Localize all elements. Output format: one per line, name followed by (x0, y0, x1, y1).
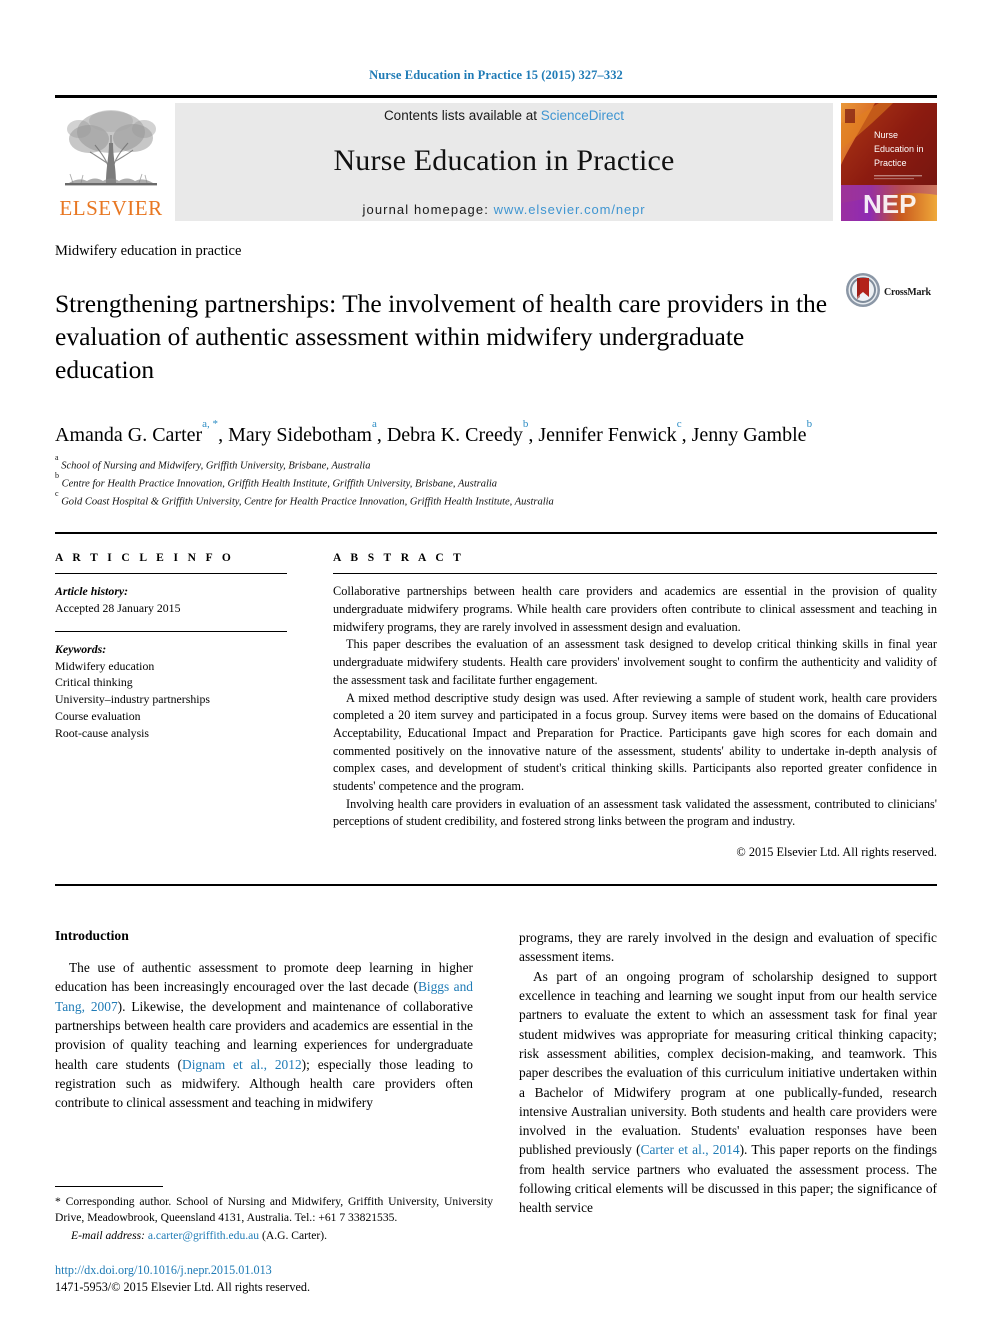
svg-text:NEP: NEP (863, 189, 916, 219)
keyword-item: Course evaluation (55, 708, 141, 723)
email-link[interactable]: a.carter@griffith.edu.au (148, 1229, 259, 1242)
email-suffix: (A.G. Carter). (262, 1228, 328, 1242)
contents-line-prefix: Contents lists available at (383, 107, 541, 123)
author-sup: c (676, 417, 682, 430)
page-title: Strengthening partnerships: The involvem… (55, 289, 828, 385)
affiliation-sup: a (55, 452, 59, 462)
abstract-rule (333, 573, 937, 575)
body-paragraph: The use of authentic assessment to promo… (55, 958, 473, 1112)
crossmark-badge[interactable]: CrossMark (845, 272, 937, 313)
footnote-rule (55, 1185, 163, 1187)
issn-copyright: 1471-5953/© 2015 Elsevier Ltd. All right… (55, 1279, 310, 1294)
journal-homepage-line: journal homepage: www.elsevier.com/nepr (363, 202, 646, 217)
elsevier-wordmark: ELSEVIER (59, 196, 163, 220)
journal-cover-thumbnail[interactable]: Nurse Education in Practice NEP (841, 103, 937, 221)
affiliation-list: a School of Nursing and Midwifery, Griff… (55, 452, 937, 511)
affiliation-text: Centre for Health Practice Innovation, G… (61, 478, 498, 490)
author-sup: b (806, 417, 813, 430)
homepage-url-link[interactable]: www.elsevier.com/nepr (494, 202, 646, 217)
title-row: Strengthening partnerships: The involvem… (55, 270, 937, 404)
affiliation-item: c Gold Coast Hospital & Griffith Univers… (55, 489, 937, 510)
citation-link[interactable]: Dignam et al., 2012 (182, 1057, 302, 1072)
article-section-label: Midwifery education in practice (55, 243, 242, 259)
author-name: Debra K. Creedy (386, 423, 523, 446)
corresponding-author-note: * Corresponding author. School of Nursin… (55, 1194, 493, 1225)
journal-title: Nurse Education in Practice (333, 143, 675, 177)
body-column-right: programs, they are rarely involved in th… (519, 928, 937, 1217)
keywords-rule (55, 630, 287, 632)
body-paragraph: As part of an ongoing program of scholar… (519, 967, 937, 1218)
svg-text:Practice: Practice (874, 158, 907, 168)
affiliation-sup: c (55, 489, 59, 499)
article-info-heading: A R T I C L E I N F O (55, 552, 235, 565)
affiliation-text: Gold Coast Hospital & Griffith Universit… (61, 496, 554, 508)
abstract-column: A B S T R A C T Collaborative partnershi… (333, 552, 937, 860)
affiliation-sup: b (55, 471, 59, 481)
paragraph-text: As part of an ongoing program of scholar… (519, 968, 937, 1158)
doi-link[interactable]: http://dx.doi.org/10.1016/j.nepr.2015.01… (55, 1262, 493, 1278)
svg-text:Education in: Education in (874, 144, 924, 154)
footnote-region: * Corresponding author. School of Nursin… (55, 1185, 493, 1295)
abstract-paragraph: Involving health care providers in evalu… (333, 796, 937, 829)
keyword-item: Critical thinking (55, 675, 133, 690)
crossmark-label: CrossMark (884, 287, 931, 298)
author-name: Mary Sidebotham (228, 423, 372, 446)
author-sup: a, * (202, 417, 219, 430)
keywords-label: Keywords: (55, 641, 107, 656)
body-columns: Introduction The use of authentic assess… (55, 928, 937, 1217)
body-paragraph: programs, they are rarely involved in th… (519, 930, 937, 965)
abstract-copyright: © 2015 Elsevier Ltd. All rights reserved… (736, 845, 937, 860)
affiliation-item: b Centre for Health Practice Innovation,… (55, 471, 937, 492)
running-head: Nurse Education in Practice 15 (2015) 32… (369, 68, 623, 82)
abstract-paragraph: This paper describes the evaluation of a… (333, 637, 937, 687)
author-sup: a (371, 417, 377, 430)
author-sup: b (522, 417, 529, 430)
paragraph-text: The use of authentic assessment to promo… (55, 960, 473, 995)
citation-link[interactable]: Carter et al., 2014 (641, 1142, 740, 1157)
homepage-prefix: journal homepage: (362, 201, 494, 217)
article-page: Nurse Education in Practice 15 (2015) 32… (0, 0, 992, 1323)
article-info-rule (55, 573, 287, 575)
body-column-left: Introduction The use of authentic assess… (55, 928, 473, 1217)
author-name: Jenny Gamble (691, 423, 807, 446)
elsevier-logo[interactable]: ELSEVIER (55, 103, 167, 221)
crossmark-icon (845, 272, 881, 313)
article-info-column: A R T I C L E I N F O Article history: A… (55, 552, 287, 860)
contents-line: Contents lists available at ScienceDirec… (384, 108, 624, 123)
abstract-paragraph: Collaborative partnerships between healt… (333, 584, 937, 634)
abstract-body: Collaborative partnerships between healt… (333, 583, 937, 831)
keyword-item: University–industry partnerships (55, 692, 210, 707)
keyword-item: Root-cause analysis (55, 725, 150, 740)
keyword-item: Midwifery education (55, 658, 155, 673)
author-name: Amanda G. Carter (55, 423, 203, 446)
masthead-top-rule (55, 95, 937, 98)
email-note: E-mail address: a.carter@griffith.edu.au… (55, 1228, 493, 1244)
section-heading-introduction: Introduction (55, 928, 129, 944)
elsevier-tree-icon (59, 105, 163, 197)
affiliation-text: School of Nursing and Midwifery, Griffit… (61, 460, 371, 472)
author-name: Jennifer Fenwick (538, 423, 677, 446)
info-abstract-region: A R T I C L E I N F O Article history: A… (55, 552, 937, 860)
keywords-block: Keywords: Midwifery education Critical t… (55, 641, 287, 742)
abstract-heading: A B S T R A C T (333, 552, 465, 565)
article-history-block: Article history: Accepted 28 January 201… (55, 583, 287, 617)
email-label: E-mail address: (71, 1228, 145, 1242)
svg-text:Nurse: Nurse (874, 130, 898, 140)
info-top-rule (55, 532, 937, 535)
article-history-value: Accepted 28 January 2015 (55, 601, 181, 616)
abstract-paragraph: A mixed method descriptive study design … (333, 690, 937, 794)
author-list: Amanda G. Cartera, *, Mary Sidebothama, … (55, 417, 813, 446)
sciencedirect-link[interactable]: ScienceDirect (541, 108, 624, 123)
affiliation-item: a School of Nursing and Midwifery, Griff… (55, 452, 937, 474)
sciencedirect-banner: Contents lists available at ScienceDirec… (175, 103, 833, 221)
article-history-label: Article history: (55, 584, 129, 599)
journal-masthead: ELSEVIER Contents lists available at Sci… (55, 103, 937, 221)
body-top-rule (55, 884, 937, 887)
